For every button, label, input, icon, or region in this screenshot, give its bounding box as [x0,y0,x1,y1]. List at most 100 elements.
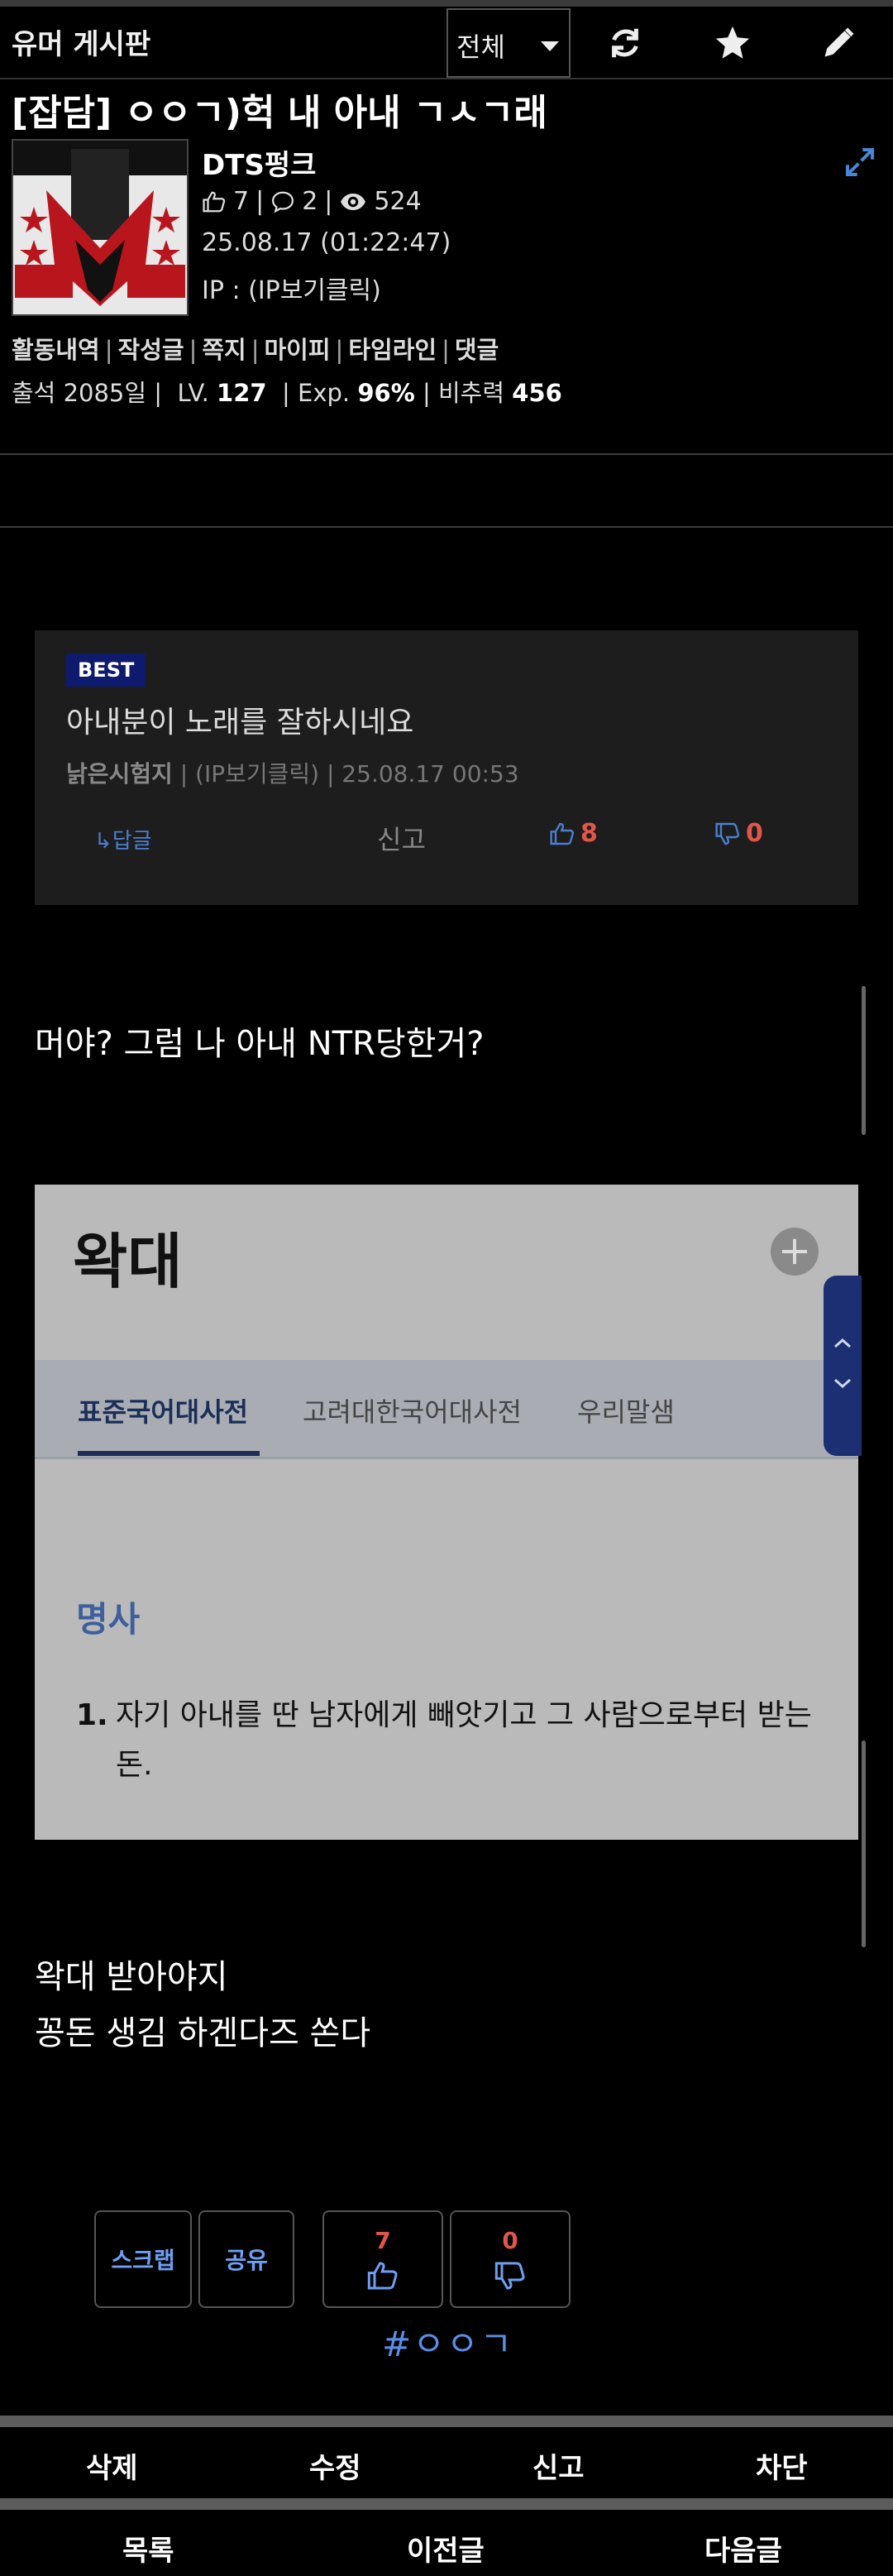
block-button[interactable]: 차단 [756,2445,808,2486]
like-count: 7 [233,187,250,216]
separator: | [189,336,198,364]
view-count: 524 [374,187,422,216]
best-comment-author[interactable]: 낡은시험지 [66,760,173,788]
user-links: 활동내역 | 작성글 | 쪽지 | 마이피 | 타임라인 | 댓글 [12,331,499,366]
separator-strip [0,2416,893,2427]
comment-upvote-count: 8 [580,819,598,848]
comment-count: 2 [302,187,318,216]
attendance: 출석 2085일 [12,379,147,407]
divider [0,526,893,528]
power-value: 456 [512,379,562,407]
page-scroll-widget[interactable] [824,1276,862,1456]
reply-button[interactable]: ↳답글 [94,824,152,855]
dict-tab-underline [78,1451,260,1456]
comment-downvote-button[interactable]: 0 [714,819,763,848]
link-mypi[interactable]: 마이피 [265,336,331,364]
separator-strip [0,2498,893,2510]
scrap-button[interactable]: 스크랩 [94,2210,192,2308]
upvote-button[interactable]: 7 [322,2210,443,2308]
level-label: LV. [177,379,209,407]
share-button[interactable]: 공유 [198,2210,294,2308]
scrollbar[interactable] [862,986,866,1135]
avatar[interactable] [12,139,189,316]
dict-tab-korea: 고려대한국어대사전 [303,1396,522,1428]
dict-word: 왁대 [73,1227,183,1296]
filter-value: 전체 [456,31,505,63]
link-posts[interactable]: 작성글 [118,336,184,364]
chevron-up-down-icon [834,1338,851,1389]
board-name[interactable]: 유머 게시판 [12,22,150,62]
thumbs-up-icon [550,822,575,845]
thumbs-up-icon [203,191,226,212]
next-post-button[interactable]: 다음글 [704,2528,782,2569]
upvote-count: 7 [375,2226,391,2254]
eye-icon [341,193,366,210]
list-button[interactable]: 목록 [122,2528,174,2569]
best-badge: BEST [66,654,146,687]
expand-icon[interactable] [843,146,876,179]
filter-dropdown[interactable]: 전체 [446,8,571,78]
best-comment: BEST 아내분이 노래를 잘하시네요 낡은시험지 | (IP보기클릭) | 2… [35,630,858,905]
comment-downvote-count: 0 [746,819,763,848]
best-comment-actions: ↳답글 신고 8 0 [35,814,858,864]
report-button[interactable]: 신고 [377,819,426,857]
best-comment-meta: 낡은시험지 | (IP보기클릭) | 25.08.17 00:53 [66,756,519,789]
power-label: 비추력 [437,379,505,407]
exp-value: 96% [357,379,415,407]
separator: | [335,336,344,364]
dict-tab-urimal: 우리말샘 [577,1396,675,1428]
dict-def-number: 1. [76,1698,108,1732]
post-title: [잡담] ㅇㅇㄱ)헉 내 아내 ㄱㅅㄱ래 [12,92,547,134]
link-activity[interactable]: 활동내역 [12,336,100,364]
link-comments[interactable]: 댓글 [455,336,499,364]
nav-bar: 목록 이전글 다음글 [0,2511,893,2576]
post-stats: 7 | 2 | 524 [202,187,422,216]
top-bar: 유머 게시판 전체 [0,7,893,79]
dict-tabs: 표준국어대사전 고려대한국어대사전 우리말샘 [35,1360,858,1459]
downvote-button[interactable]: 0 [450,2210,571,2308]
level-value: 127 [217,379,267,407]
delete-button[interactable]: 삭제 [86,2445,138,2486]
best-comment-text: 아내분이 노래를 잘하시네요 [66,706,414,740]
comment-upvote-button[interactable]: 8 [549,819,598,848]
separator: | [104,336,113,364]
caret-down-icon [541,41,559,51]
thumbs-down-icon [494,2262,525,2290]
link-timeline[interactable]: 타임라인 [348,336,437,364]
content-line: 꽁돈 생김 하겐다즈 쏜다 [35,2014,371,2052]
separator: | [324,187,333,216]
separator: | [251,336,260,364]
dict-definition: 1. 자기 아내를 딴 남자에게 빼앗기고 그 사람으로부터 받는 돈. [76,1691,820,1790]
scrollbar[interactable] [862,1740,866,1947]
post-tag[interactable]: #ㅇㅇㄱ [382,2316,513,2367]
refresh-icon [612,28,638,58]
best-comment-info: | (IP보기클릭) | 25.08.17 00:53 [172,760,519,788]
content-text: 머야? 그럼 나 아내 NTR당한거? [35,1025,485,1063]
post-actions: 스크랩 공유 7 0 [0,2210,893,2310]
link-message[interactable]: 쪽지 [202,336,246,364]
content-line: 왁대 받아야지 [35,1958,228,1996]
dict-def-line1: 자기 아내를 딴 남자에게 빼앗기고 그 사람으로부터 받는 [116,1698,812,1732]
divider [0,453,893,455]
author-name[interactable]: DTS펑크 [202,142,316,183]
report-post-button[interactable]: 신고 [532,2445,585,2486]
thumbs-down-icon [715,822,740,845]
refresh-button[interactable] [575,12,675,74]
content-text: 왁대 받아야지 꽁돈 생김 하겐다즈 쏜다 [35,1949,370,2061]
admin-bar: 삭제 수정 신고 차단 [0,2429,893,2495]
post-date: 25.08.17 (01:22:47) [202,228,451,257]
dict-def-line2: 돈. [116,1748,153,1782]
plus-icon: + [771,1228,819,1276]
dict-tab-standard: 표준국어대사전 [78,1396,249,1428]
write-button[interactable] [789,12,888,74]
top-strip [0,0,893,7]
favorite-button[interactable] [683,12,782,74]
exp-label: Exp. [298,379,351,407]
prev-post-button[interactable]: 이전글 [407,2528,485,2569]
dictionary-image: 왁대 + 표준국어대사전 고려대한국어대사전 우리말샘 명사 1. 자기 아내를 … [35,1185,858,1840]
edit-button[interactable]: 수정 [309,2445,361,2486]
separator: | [442,336,450,364]
comment-icon [272,191,294,213]
post-ip[interactable]: IP : (IP보기클릭) [202,270,381,306]
pencil-icon [824,27,854,57]
